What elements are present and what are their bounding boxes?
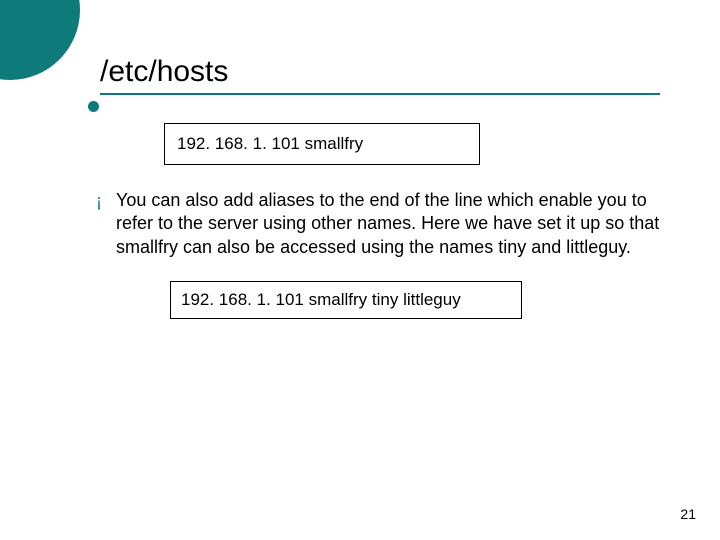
decorative-dot (88, 101, 99, 112)
slide-content: /etc/hosts 192. 168. 1. 101 smallfry ¡ Y… (100, 55, 660, 319)
page-number: 21 (680, 506, 696, 522)
body-text: You can also add aliases to the end of t… (116, 189, 660, 259)
title-underline (100, 93, 660, 95)
code-box-primary: 192. 168. 1. 101 smallfry (164, 123, 480, 165)
code-box-aliases: 192. 168. 1. 101 smallfry tiny littleguy (170, 281, 522, 319)
slide-title: /etc/hosts (100, 55, 660, 89)
decorative-circle (0, 0, 80, 80)
bullet-row: ¡ You can also add aliases to the end of… (100, 189, 660, 259)
bullet-icon: ¡ (96, 189, 102, 213)
